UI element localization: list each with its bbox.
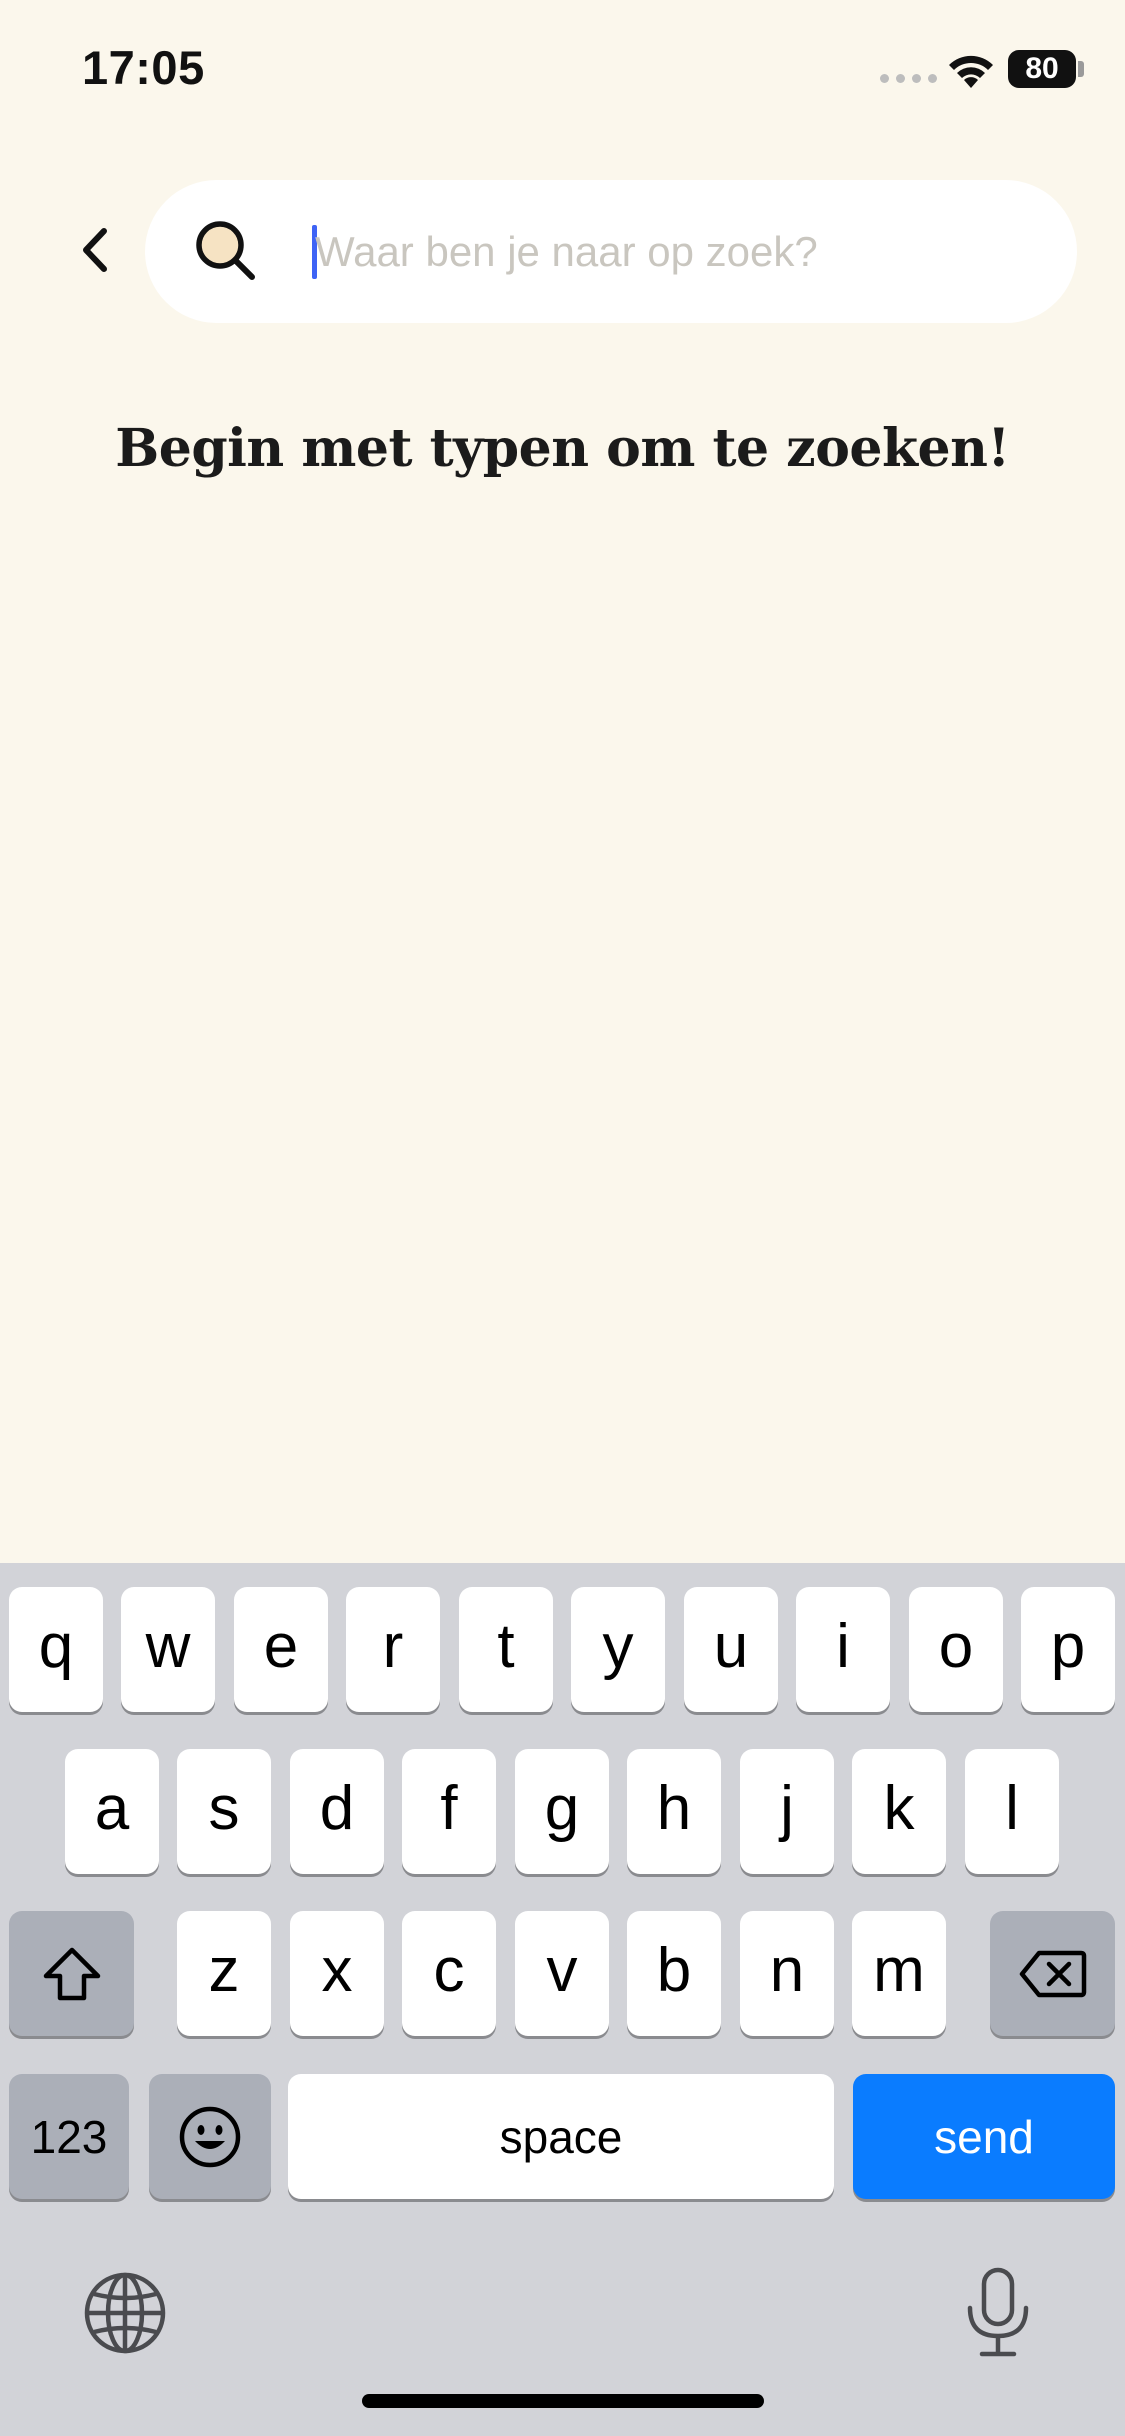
chevron-left-icon <box>83 228 107 272</box>
send-key[interactable]: send <box>853 2074 1115 2199</box>
key-v[interactable]: v <box>515 1911 609 2036</box>
space-key[interactable]: space <box>288 2074 834 2199</box>
key-n[interactable]: n <box>740 1911 834 2036</box>
status-time: 17:05 <box>82 41 205 94</box>
key-h[interactable]: h <box>627 1749 721 1874</box>
key-x[interactable]: x <box>290 1911 384 2036</box>
key-e[interactable]: e <box>234 1587 328 1712</box>
key-k[interactable]: k <box>852 1749 946 1874</box>
search-field[interactable] <box>145 180 1077 323</box>
key-b[interactable]: b <box>627 1911 721 2036</box>
emoji-key[interactable] <box>149 2074 271 2199</box>
backspace-key[interactable] <box>990 1911 1115 2036</box>
key-g[interactable]: g <box>515 1749 609 1874</box>
status-bar: 17:05 80 <box>0 0 1125 140</box>
microphone-icon[interactable] <box>958 2266 1038 2360</box>
cellular-signal-icon <box>880 74 937 83</box>
wifi-icon <box>949 55 993 88</box>
key-z[interactable]: z <box>177 1911 271 2036</box>
key-l[interactable]: l <box>965 1749 1059 1874</box>
home-indicator <box>362 2394 764 2408</box>
globe-icon[interactable] <box>82 2270 168 2356</box>
key-j[interactable]: j <box>740 1749 834 1874</box>
key-s[interactable]: s <box>177 1749 271 1874</box>
key-i[interactable]: i <box>796 1587 890 1712</box>
key-q[interactable]: q <box>9 1587 103 1712</box>
battery-tip <box>1078 61 1084 77</box>
back-button[interactable] <box>60 210 130 290</box>
key-f[interactable]: f <box>402 1749 496 1874</box>
shift-icon <box>43 1947 100 2000</box>
battery-indicator: 80 <box>1008 50 1076 88</box>
empty-state-message: Begin met typen om te zoeken! <box>115 418 1010 479</box>
key-w[interactable]: w <box>121 1587 215 1712</box>
search-input[interactable] <box>315 210 1035 294</box>
key-d[interactable]: d <box>290 1749 384 1874</box>
key-c[interactable]: c <box>402 1911 496 2036</box>
emoji-icon <box>179 2106 241 2167</box>
key-y[interactable]: y <box>571 1587 665 1712</box>
backspace-icon <box>1019 1950 1086 1997</box>
key-u[interactable]: u <box>684 1587 778 1712</box>
key-m[interactable]: m <box>852 1911 946 2036</box>
key-p[interactable]: p <box>1021 1587 1115 1712</box>
search-icon <box>196 221 255 280</box>
key-t[interactable]: t <box>459 1587 553 1712</box>
shift-key[interactable] <box>9 1911 134 2036</box>
numbers-key[interactable]: 123 <box>9 2074 129 2199</box>
key-a[interactable]: a <box>65 1749 159 1874</box>
key-o[interactable]: o <box>909 1587 1003 1712</box>
key-r[interactable]: r <box>346 1587 440 1712</box>
